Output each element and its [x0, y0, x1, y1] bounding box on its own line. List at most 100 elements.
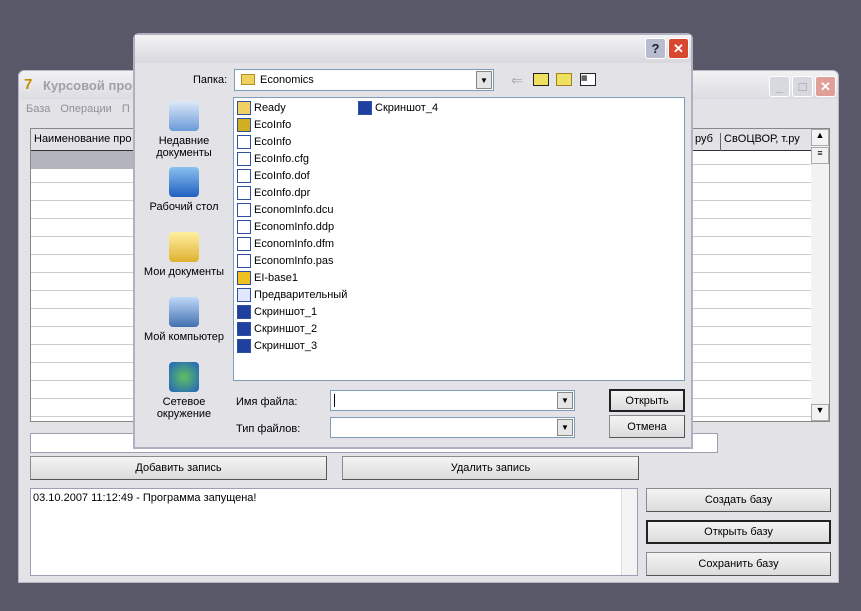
delphi-project-icon — [237, 118, 251, 132]
cancel-button[interactable]: Отмена — [609, 415, 685, 438]
file-item[interactable]: EconomInfo.pas — [237, 253, 334, 269]
file-item[interactable]: Ready — [237, 100, 286, 116]
file-name: EcoInfo — [254, 136, 292, 148]
file-item[interactable]: EcoInfo.dof — [237, 168, 310, 184]
open-file-dialog: ? ✕ Папка: Economics ▼ ⇐ ▦ Недавние доку… — [133, 33, 693, 449]
file-item[interactable]: EcoInfo.dpr — [237, 185, 310, 201]
column-header-name[interactable]: Наименование про — [34, 133, 132, 145]
log-line: 03.10.2007 11:12:49 - Программа запущена… — [33, 492, 257, 504]
menu-bar: База Операции П — [26, 103, 130, 115]
file-icon — [237, 169, 251, 183]
file-name: Скриншот_1 — [254, 306, 318, 318]
file-name: EcoInfo.dpr — [254, 187, 311, 199]
file-item[interactable]: EI-base1 — [237, 270, 298, 286]
file-name: EI-base1 — [254, 272, 299, 284]
file-name: Скриншот_2 — [254, 323, 318, 335]
open-button[interactable]: Открыть — [609, 389, 685, 412]
filename-label: Имя файла: — [236, 396, 298, 408]
file-item[interactable]: EconomInfo.ddp — [237, 219, 334, 235]
place-network[interactable]: Сетевое окружение — [138, 362, 230, 420]
file-icon — [237, 203, 251, 217]
file-item[interactable]: EcoInfo — [237, 117, 291, 133]
menu-baza[interactable]: База — [26, 103, 50, 115]
file-item[interactable]: EcoInfo — [237, 134, 291, 150]
view-menu-icon[interactable]: ▦ — [580, 73, 596, 86]
grid-scrollbar[interactable]: ▲ ≡ ▼ — [811, 129, 829, 421]
my-documents-icon — [169, 232, 199, 262]
dialog-titlebar — [135, 35, 691, 63]
place-recent[interactable]: Недавние документы — [138, 101, 230, 159]
file-item[interactable]: Скриншот_1 — [237, 304, 317, 320]
place-my-computer[interactable]: Мой компьютер — [138, 297, 230, 343]
menu-operations[interactable]: Операции — [60, 103, 111, 115]
log-memo[interactable]: 03.10.2007 11:12:49 - Программа запущена… — [30, 488, 638, 576]
file-name: Предварительный — [254, 289, 348, 301]
file-item[interactable]: EcoInfo.cfg — [237, 151, 309, 167]
doc-icon — [237, 288, 251, 302]
file-name: EconomInfo.dfm — [254, 238, 335, 250]
menu-more[interactable]: П — [122, 103, 130, 115]
place-desktop[interactable]: Рабочий стол — [138, 167, 230, 213]
file-name: Ready — [254, 102, 286, 114]
file-icon — [237, 152, 251, 166]
places-bar: Недавние документы Рабочий стол Мои доку… — [138, 97, 230, 433]
save-db-button[interactable]: Сохранить базу — [646, 552, 831, 576]
network-icon — [169, 362, 199, 392]
filetype-select[interactable]: ▼ — [330, 417, 575, 438]
column-header-svocvor[interactable]: СвОЦВОР, т.ру — [720, 133, 802, 151]
create-db-button[interactable]: Создать базу — [646, 488, 831, 512]
open-db-button[interactable]: Открыть базу — [646, 520, 831, 544]
file-name: EconomInfo.pas — [254, 255, 334, 267]
column-header-rub[interactable]: руб — [695, 133, 713, 145]
app-icon: 7 — [24, 76, 33, 93]
chevron-down-icon[interactable]: ▼ — [557, 419, 573, 436]
my-computer-icon — [169, 297, 199, 327]
bmp-icon — [237, 322, 251, 336]
main-title: Курсовой прое — [43, 78, 140, 93]
file-name: EcoInfo.cfg — [254, 153, 310, 165]
folder-value: Economics — [260, 74, 314, 86]
folder-label: Папка: — [193, 74, 228, 86]
chevron-down-icon[interactable]: ▼ — [476, 71, 492, 89]
file-icon — [237, 237, 251, 251]
file-name: Скриншот_3 — [254, 340, 318, 352]
new-folder-icon[interactable] — [556, 73, 572, 86]
file-item[interactable]: Скриншот_3 — [237, 338, 317, 354]
log-scrollbar[interactable] — [621, 489, 637, 575]
back-icon[interactable]: ⇐ — [511, 72, 523, 89]
place-my-documents[interactable]: Мои документы — [138, 232, 230, 278]
recent-documents-icon — [169, 101, 199, 131]
add-record-button[interactable]: Добавить запись — [30, 456, 327, 480]
help-button[interactable]: ? — [645, 38, 666, 59]
folder-combo[interactable]: Economics ▼ — [234, 69, 494, 91]
bmp-icon — [237, 305, 251, 319]
dialog-close-button[interactable]: ✕ — [668, 38, 689, 59]
file-name: EconomInfo.dcu — [254, 204, 334, 216]
folder-icon — [241, 74, 255, 85]
file-list[interactable]: Ready EcoInfo EcoInfo EcoInfo.cfg EcoInfo.do… — [233, 97, 685, 381]
file-item[interactable]: EconomInfo.dcu — [237, 202, 334, 218]
desktop-icon — [169, 167, 199, 197]
filename-input[interactable]: ▼ — [330, 390, 575, 411]
file-item[interactable]: Предварительный — [237, 287, 347, 303]
minimize-button[interactable]: _ — [769, 76, 790, 97]
file-name: EcoInfo — [254, 119, 292, 131]
file-name: Скриншот_4 — [375, 102, 439, 114]
up-folder-icon[interactable] — [533, 73, 549, 86]
file-icon — [237, 220, 251, 234]
file-item[interactable]: EconomInfo.dfm — [237, 236, 334, 252]
file-name: EconomInfo.ddp — [254, 221, 335, 233]
database-icon — [237, 271, 251, 285]
bmp-icon — [358, 101, 372, 115]
file-icon — [237, 135, 251, 149]
file-icon — [237, 254, 251, 268]
filename-value — [334, 394, 335, 407]
file-item[interactable]: Скриншот_2 — [237, 321, 317, 337]
file-name: EcoInfo.dof — [254, 170, 310, 182]
close-button[interactable]: ✕ — [815, 76, 836, 97]
file-item[interactable]: Скриншот_4 — [358, 100, 438, 116]
delete-record-button[interactable]: Удалить запись — [342, 456, 639, 480]
chevron-down-icon[interactable]: ▼ — [557, 392, 573, 409]
maximize-button[interactable]: □ — [792, 76, 813, 97]
file-icon — [237, 186, 251, 200]
